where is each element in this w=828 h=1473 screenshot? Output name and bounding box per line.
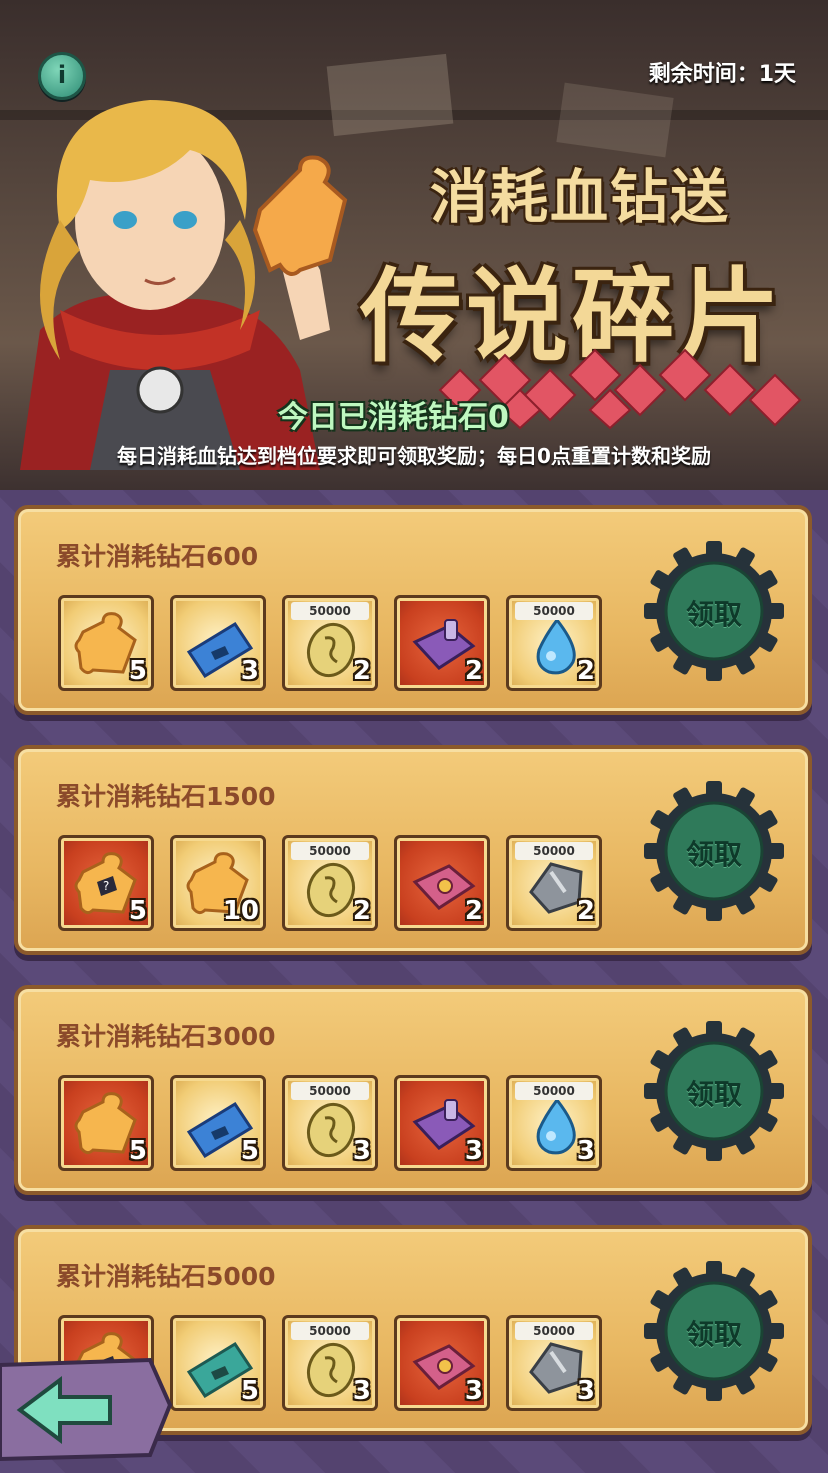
- reward-item[interactable]: 3: [170, 595, 266, 691]
- claim-button[interactable]: 领取: [644, 1261, 784, 1401]
- reward-item[interactable]: 50000 2: [506, 595, 602, 691]
- event-title-line1: 消耗血钻送: [430, 163, 731, 231]
- tier-requirement-label: 累计消耗钻石1500: [56, 782, 276, 811]
- reward-amount-tag: 50000: [291, 842, 369, 860]
- claim-button-label: 领取: [685, 838, 742, 871]
- event-banner: i 剩余时间：1天 消耗血钻送 传说碎片 今日已消耗钻石0 每日消耗血钻达到档位…: [0, 0, 828, 490]
- claim-button-label: 领取: [685, 1318, 742, 1351]
- reward-count: 2: [576, 656, 595, 686]
- reward-item[interactable]: 5: [170, 1315, 266, 1411]
- reward-item[interactable]: 5: [170, 1075, 266, 1171]
- reward-count: 2: [464, 656, 483, 686]
- reward-count: 5: [128, 896, 147, 926]
- reward-item[interactable]: 50000 2: [506, 835, 602, 931]
- reward-item[interactable]: 3: [394, 1315, 490, 1411]
- reward-item[interactable]: 50000 3: [506, 1075, 602, 1171]
- reward-item[interactable]: 50000 3: [282, 1315, 378, 1411]
- reward-count: 2: [576, 896, 595, 926]
- event-rules-text: 每日消耗血钻达到档位要求即可领取奖励；每日0点重置计数和奖励: [117, 444, 711, 468]
- claim-button-label: 领取: [685, 598, 742, 631]
- consumed-today-label: 今日已消耗钻石0: [278, 400, 509, 435]
- reward-tier-panel: 累计消耗钻石600 5 3 50000 2 2 50000 2 领取: [14, 505, 812, 715]
- reward-count: 2: [464, 896, 483, 926]
- reward-amount-tag: 50000: [291, 602, 369, 620]
- claim-button[interactable]: 领取: [644, 1021, 784, 1161]
- reward-item[interactable]: 5: [58, 1075, 154, 1171]
- reward-count: 3: [576, 1376, 595, 1406]
- reward-item[interactable]: 50000 2: [282, 835, 378, 931]
- reward-count: 5: [128, 656, 147, 686]
- reward-count: 2: [352, 656, 371, 686]
- reward-item[interactable]: 2: [394, 835, 490, 931]
- reward-item[interactable]: 2: [394, 595, 490, 691]
- reward-count: 2: [352, 896, 371, 926]
- reward-tier-panel: 累计消耗钻石3000 5 5 50000 3 3 50000 3 领取: [14, 985, 812, 1195]
- reward-count: 3: [576, 1136, 595, 1166]
- wall-paper: [556, 82, 674, 158]
- reward-item[interactable]: 50000 3: [506, 1315, 602, 1411]
- reward-item[interactable]: 5: [58, 595, 154, 691]
- reward-amount-tag: 50000: [291, 1082, 369, 1100]
- remaining-time: 剩余时间：1天: [648, 62, 796, 87]
- reward-item[interactable]: ? 5: [58, 835, 154, 931]
- claim-button[interactable]: 领取: [644, 781, 784, 921]
- info-icon[interactable]: i: [38, 52, 86, 100]
- reward-amount-tag: 50000: [291, 1322, 369, 1340]
- reward-amount-tag: 50000: [515, 602, 593, 620]
- tier-requirement-label: 累计消耗钻石600: [56, 542, 259, 571]
- reward-count: 3: [464, 1376, 483, 1406]
- back-arrow-button[interactable]: [0, 1355, 175, 1463]
- reward-count: 5: [128, 1136, 147, 1166]
- reward-count: 10: [222, 896, 259, 926]
- reward-amount-tag: 50000: [515, 1082, 593, 1100]
- reward-count: 3: [464, 1136, 483, 1166]
- tier-requirement-label: 累计消耗钻石5000: [56, 1262, 276, 1291]
- reward-amount-tag: 50000: [515, 842, 593, 860]
- claim-button[interactable]: 领取: [644, 541, 784, 681]
- reward-item[interactable]: 50000 3: [282, 1075, 378, 1171]
- reward-count: 3: [352, 1136, 371, 1166]
- reward-count: 3: [352, 1376, 371, 1406]
- reward-count: 5: [240, 1376, 259, 1406]
- reward-count: 5: [240, 1136, 259, 1166]
- svg-text:?: ?: [103, 879, 109, 893]
- claim-button-label: 领取: [685, 1078, 742, 1111]
- reward-count: 3: [240, 656, 259, 686]
- reward-item[interactable]: 10: [170, 835, 266, 931]
- reward-amount-tag: 50000: [515, 1322, 593, 1340]
- tier-requirement-label: 累计消耗钻石3000: [56, 1022, 276, 1051]
- reward-item[interactable]: 3: [394, 1075, 490, 1171]
- reward-tier-panel: 累计消耗钻石1500? 5 10 50000 2 2 50000 2 领取: [14, 745, 812, 955]
- reward-item[interactable]: 50000 2: [282, 595, 378, 691]
